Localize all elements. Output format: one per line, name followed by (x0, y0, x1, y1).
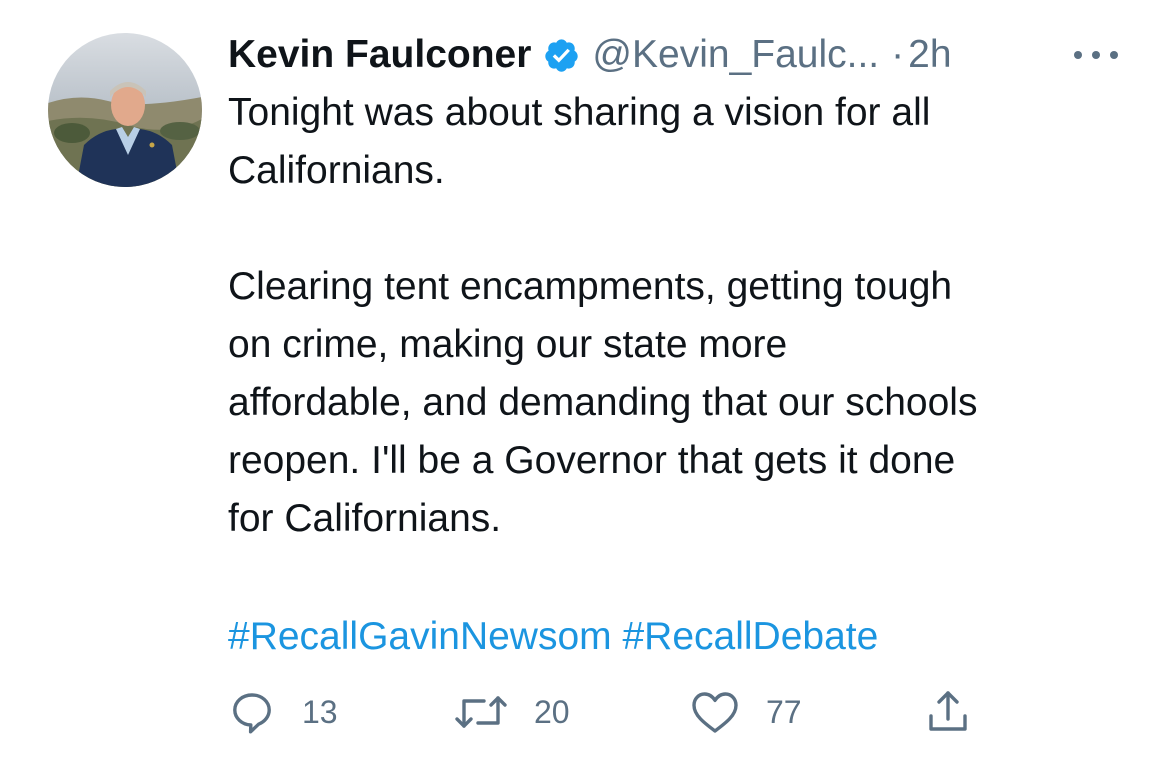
tweet-text-line: reopen. I'll be a Governor that gets it … (228, 439, 956, 482)
reply-count: 13 (302, 693, 338, 730)
like-button[interactable]: 77 (690, 682, 802, 742)
tweet-text-line: on crime, making our state more (228, 323, 788, 366)
more-horizontal-icon[interactable] (1068, 40, 1124, 70)
heart-icon (692, 692, 738, 733)
share-button[interactable] (924, 682, 972, 742)
hashtag-link[interactable]: #RecallGavinNewsom (228, 615, 612, 658)
like-count: 77 (766, 693, 802, 730)
tweet-text-blank-line (228, 200, 1148, 258)
reply-icon (233, 693, 271, 734)
retweet-count: 20 (534, 693, 570, 730)
hashtag-link[interactable]: #RecallDebate (622, 615, 878, 658)
reply-button[interactable]: 13 (228, 682, 338, 742)
tweet-text-line: affordable, and demanding that our schoo… (228, 381, 978, 424)
tweet-header: Kevin Faulconer @Kevin_Faulc... · 2h (228, 30, 952, 80)
hashtags: #RecallGavinNewsom #RecallDebate (228, 608, 878, 666)
action-bar: 13 20 77 (228, 682, 1128, 742)
tweet-text-line: Tonight was about sharing a vision for a… (228, 91, 931, 134)
share-icon (929, 691, 967, 731)
avatar[interactable] (48, 33, 202, 187)
separator-dot: · (891, 33, 905, 76)
author-name[interactable]: Kevin Faulconer (228, 33, 531, 77)
tweet-text-line: Clearing tent encampments, getting tough (228, 265, 953, 308)
tweet-text-line: for Californians. (228, 497, 502, 540)
tweet-text-line: Californians. (228, 149, 445, 192)
verified-badge-icon (543, 37, 580, 74)
tweet-timestamp[interactable]: 2h (908, 33, 951, 77)
author-handle[interactable]: @Kevin_Faulc... (592, 33, 879, 77)
tweet[interactable]: Kevin Faulconer @Kevin_Faulc... · 2h Ton… (0, 0, 1170, 773)
retweet-button[interactable]: 20 (454, 682, 570, 742)
retweet-icon (455, 696, 507, 728)
tweet-text: Tonight was about sharing a vision for a… (228, 84, 1148, 548)
